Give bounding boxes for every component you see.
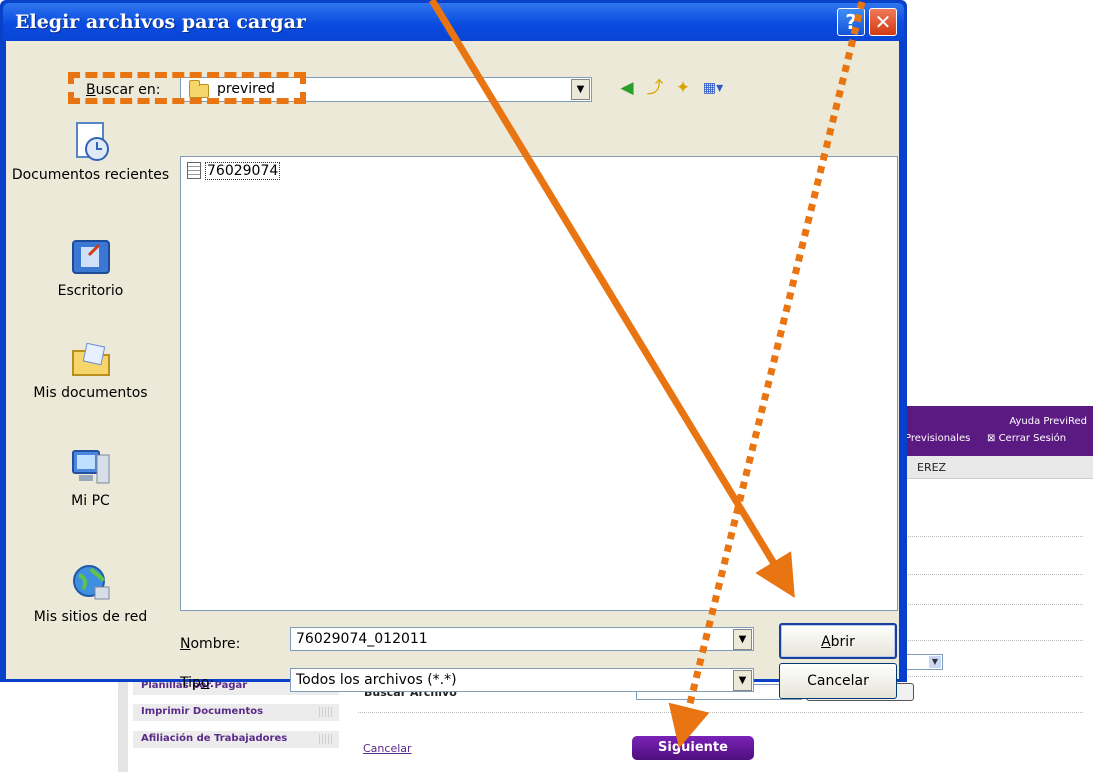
open-button[interactable]: Abrir (779, 623, 897, 659)
separator (905, 574, 1083, 575)
separator (905, 676, 1083, 677)
cancel-link[interactable]: Cancelar (363, 742, 412, 755)
list-item[interactable]: 76029074 (187, 161, 281, 180)
desktop-icon (71, 240, 110, 274)
logout-label: Cerrar Sesión (998, 433, 1067, 444)
up-folder-icon[interactable]: ⤴ (642, 76, 668, 100)
close-button[interactable]: ✕ (869, 8, 897, 36)
page-left-border (118, 676, 128, 772)
separator (905, 604, 1083, 605)
my-computer-icon (71, 450, 109, 484)
grip-icon (319, 707, 333, 717)
separator (358, 712, 1083, 713)
grip-icon (319, 734, 333, 744)
place-desktop[interactable]: Escritorio (8, 235, 173, 299)
filename-label: Nombre: (180, 636, 241, 652)
lookin-highlight (68, 72, 306, 104)
place-label: Mis sitios de red (33, 609, 148, 625)
place-label: Mi PC (71, 493, 110, 509)
dialog-body: Buscar en: previred ▼ ◀ ⤴ ✦ ▦▾ Documento… (6, 41, 899, 699)
filetype-value: Todos los archivos (*.*) (296, 672, 457, 688)
help-button[interactable]: ? (837, 8, 865, 36)
menu-item-afiliacion[interactable]: Afiliación de Trabajadores (133, 731, 339, 748)
place-label: Documentos recientes (11, 167, 170, 183)
separator (905, 536, 1083, 537)
previred-header: Ayuda PreviRed Previsionales ⊠ Cerrar Se… (905, 406, 1093, 456)
chevron-down-icon: ▼ (929, 656, 941, 668)
chevron-down-icon[interactable]: ▼ (733, 629, 752, 650)
place-my-computer[interactable]: Mi PC (8, 445, 173, 509)
filename-value: 76029074_012011 (296, 631, 428, 647)
page-select[interactable]: ▼ (905, 654, 943, 670)
recent-documents-icon (75, 122, 109, 161)
place-label: Mis documentos (33, 385, 148, 401)
place-recent[interactable]: Documentos recientes (8, 119, 173, 183)
help-link[interactable]: Ayuda PreviRed (1009, 416, 1087, 427)
previsionales-link[interactable]: Previsionales (905, 433, 970, 444)
network-places-icon (72, 565, 109, 600)
menu-item-label: Imprimir Documentos (141, 706, 264, 717)
place-my-documents[interactable]: Mis documentos (8, 337, 173, 401)
separator (905, 640, 1083, 641)
user-name: EREZ (917, 461, 947, 474)
file-name: 76029074 (205, 161, 281, 180)
back-icon[interactable]: ◀ (614, 76, 640, 100)
file-list[interactable]: 76029074 (180, 156, 898, 611)
user-strip: EREZ (905, 456, 1093, 479)
chevron-down-icon[interactable]: ▼ (571, 79, 590, 100)
dialog-title: Elegir archivos para cargar (15, 11, 306, 33)
place-label: Escritorio (57, 283, 124, 299)
place-network[interactable]: Mis sitios de red (8, 561, 173, 625)
logout-link[interactable]: ⊠ Cerrar Sesión (987, 433, 1066, 444)
my-documents-icon (71, 342, 110, 376)
filetype-select[interactable]: Todos los archivos (*.*) ▼ (290, 668, 754, 692)
menu-item-imprimir[interactable]: Imprimir Documentos (133, 704, 339, 721)
filetype-label: Tipo: (180, 675, 215, 691)
cancel-button[interactable]: Cancelar (779, 663, 897, 699)
places-bar: Documentos recientes Escritorio Mis docu… (8, 109, 173, 669)
next-button[interactable]: Siguiente (632, 736, 754, 760)
text-file-icon (187, 162, 201, 179)
filename-input[interactable]: 76029074_012011 ▼ (290, 627, 754, 651)
view-menu-icon[interactable]: ▦▾ (700, 76, 726, 100)
new-folder-icon[interactable]: ✦ (670, 76, 696, 100)
chevron-down-icon[interactable]: ▼ (733, 670, 752, 691)
dialog-titlebar: Elegir archivos para cargar ? ✕ (3, 3, 904, 41)
menu-item-label: Afiliación de Trabajadores (141, 733, 288, 744)
